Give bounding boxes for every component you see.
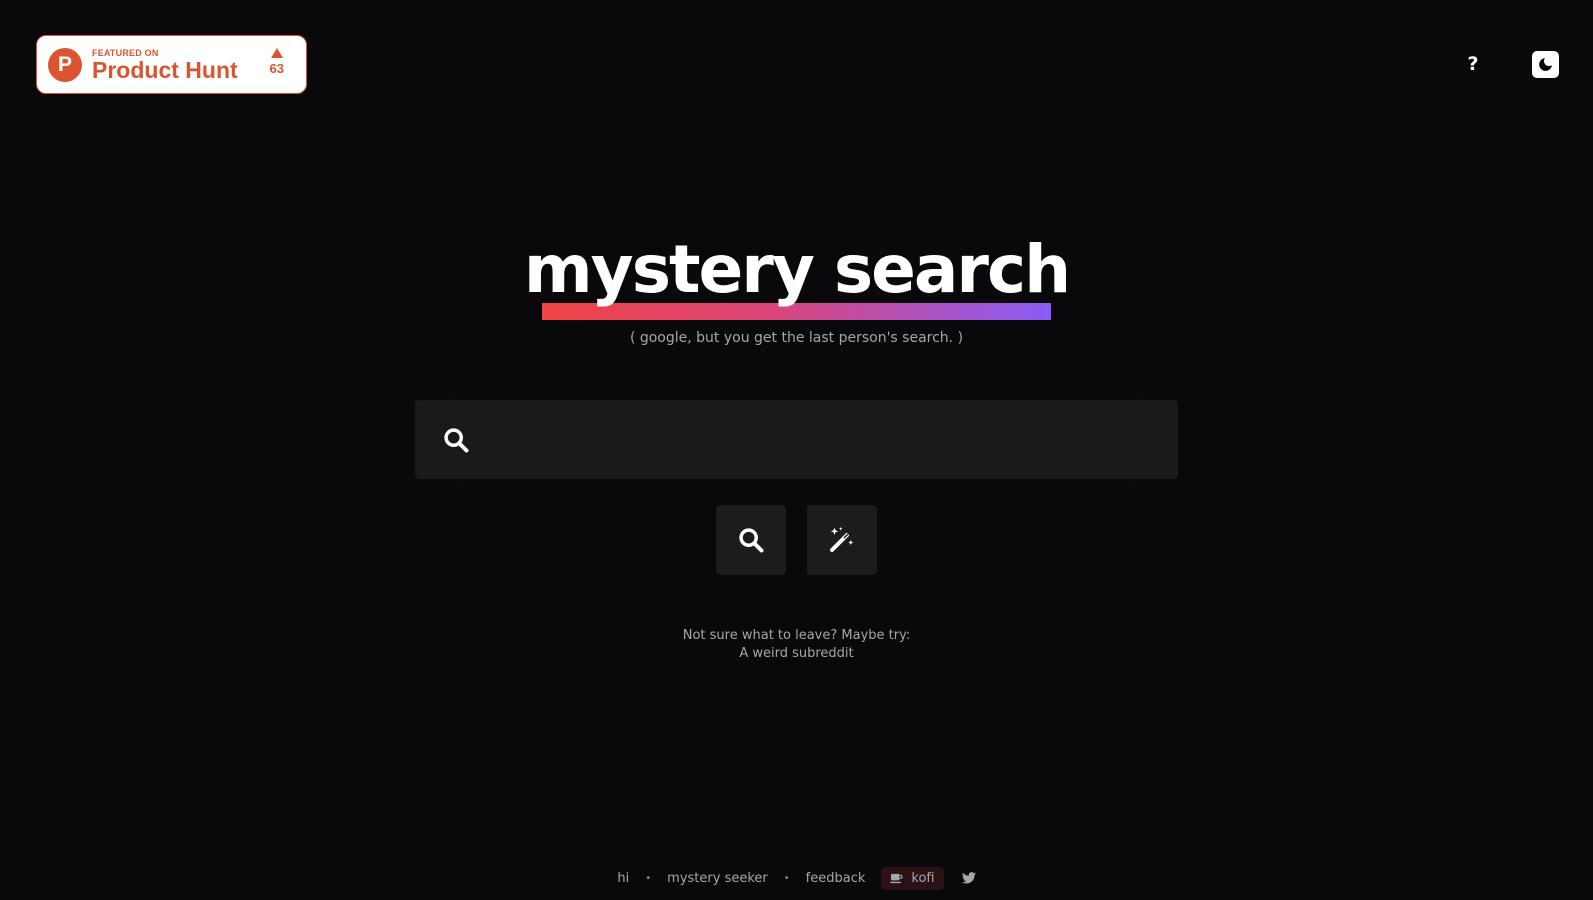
kofi-button[interactable]: kofi xyxy=(881,866,944,890)
page-subtitle: ( google, but you get the last person's … xyxy=(629,330,964,346)
twitter-icon xyxy=(961,872,976,884)
footer-link-hi[interactable]: hi xyxy=(617,871,629,886)
footer-separator: • xyxy=(645,872,652,884)
footer-separator: • xyxy=(783,872,790,884)
random-search-button[interactable] xyxy=(807,505,877,575)
product-hunt-text: FEATURED ON Product Hunt xyxy=(92,48,238,82)
product-hunt-logo-icon: P xyxy=(48,47,82,82)
featured-on-label: FEATURED ON xyxy=(92,47,159,58)
search-icon xyxy=(441,425,471,455)
page-title: mystery search xyxy=(523,231,1071,308)
vote-count: 63 xyxy=(269,61,284,76)
kofi-label: kofi xyxy=(911,870,935,886)
title-container: mystery search xyxy=(0,228,1593,312)
footer: hi • mystery seeker • feedback kofi xyxy=(0,865,1593,891)
twitter-link[interactable] xyxy=(961,872,976,884)
upvote-arrow-icon xyxy=(270,48,283,58)
footer-link-mystery-seeker[interactable]: mystery seeker xyxy=(667,871,768,886)
search-box xyxy=(415,400,1178,479)
suggestion-example: A weird subreddit xyxy=(739,646,854,661)
search-icon xyxy=(739,528,764,553)
moon-icon xyxy=(1539,58,1552,71)
product-hunt-badge[interactable]: P FEATURED ON Product Hunt 63 xyxy=(36,35,307,94)
coffee-cup-icon xyxy=(890,873,903,883)
help-button[interactable]: ? xyxy=(1462,50,1484,78)
theme-toggle-button[interactable] xyxy=(1532,51,1559,78)
footer-link-feedback[interactable]: feedback xyxy=(806,871,866,886)
search-input[interactable] xyxy=(471,400,1178,479)
page: P FEATURED ON Product Hunt 63 ? mystery … xyxy=(0,0,1593,900)
product-hunt-name: Product Hunt xyxy=(92,56,238,83)
product-hunt-logo-letter: P xyxy=(57,52,72,76)
magic-wand-icon xyxy=(830,526,854,552)
search-button[interactable] xyxy=(716,505,786,575)
suggestion-prompt: Not sure what to leave? Maybe try: xyxy=(682,628,911,643)
suggestion-text: Not sure what to leave? Maybe try: A wei… xyxy=(0,627,1593,663)
upvote-count: 63 xyxy=(270,48,284,76)
